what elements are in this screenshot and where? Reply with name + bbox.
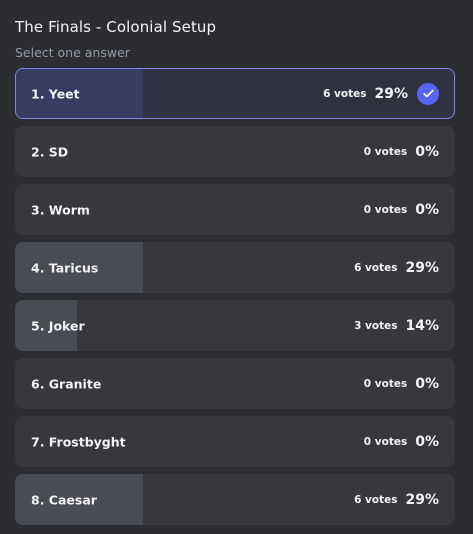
vote-percent: 14% (405, 317, 439, 334)
vote-percent: 29% (374, 85, 408, 102)
vote-count: 6 votes (354, 493, 398, 506)
poll-instructions: Select one answer (15, 45, 130, 60)
vote-percent: 0% (415, 433, 439, 450)
answer-label: 4. Taricus (31, 260, 99, 275)
answer-label: 3. Worm (31, 202, 90, 217)
vote-count: 0 votes (363, 435, 408, 448)
vote-percent: 0% (415, 143, 439, 160)
poll-answer-2[interactable]: 2. SD 0 votes 0% (15, 126, 455, 177)
vote-count: 3 votes (354, 319, 398, 332)
answer-label: 1. Yeet (31, 86, 80, 101)
answer-label: 6. Granite (31, 376, 102, 391)
vote-count: 0 votes (363, 203, 408, 216)
poll-answer-3[interactable]: 3. Worm 0 votes 0% (15, 184, 455, 235)
vote-percent: 0% (415, 201, 439, 218)
answer-label: 7. Frostbyght (31, 434, 126, 449)
answer-label: 8. Caesar (31, 492, 97, 507)
answer-label: 5. Joker (31, 318, 85, 333)
vote-count: 6 votes (323, 87, 367, 100)
poll-answer-7[interactable]: 7. Frostbyght 0 votes 0% (15, 416, 455, 467)
vote-percent: 0% (415, 375, 439, 392)
poll-answers-list: 1. Yeet 6 votes 29% 2. SD 0 votes 0% 3. … (15, 68, 455, 532)
poll-answer-1[interactable]: 1. Yeet 6 votes 29% (15, 68, 455, 119)
poll-answer-6[interactable]: 6. Granite 0 votes 0% (15, 358, 455, 409)
poll-answer-8[interactable]: 8. Caesar 6 votes 29% (15, 474, 455, 525)
vote-count: 0 votes (363, 377, 408, 390)
poll-card: The Finals - Colonial Setup Select one a… (0, 0, 473, 534)
checkmark-icon (417, 82, 439, 105)
vote-percent: 29% (405, 259, 439, 276)
vote-count: 6 votes (354, 261, 398, 274)
vote-count: 0 votes (363, 145, 408, 158)
answer-label: 2. SD (31, 144, 69, 159)
poll-answer-5[interactable]: 5. Joker 3 votes 14% (15, 300, 455, 351)
poll-title: The Finals - Colonial Setup (15, 18, 217, 36)
vote-percent: 29% (405, 491, 439, 508)
poll-answer-4[interactable]: 4. Taricus 6 votes 29% (15, 242, 455, 293)
